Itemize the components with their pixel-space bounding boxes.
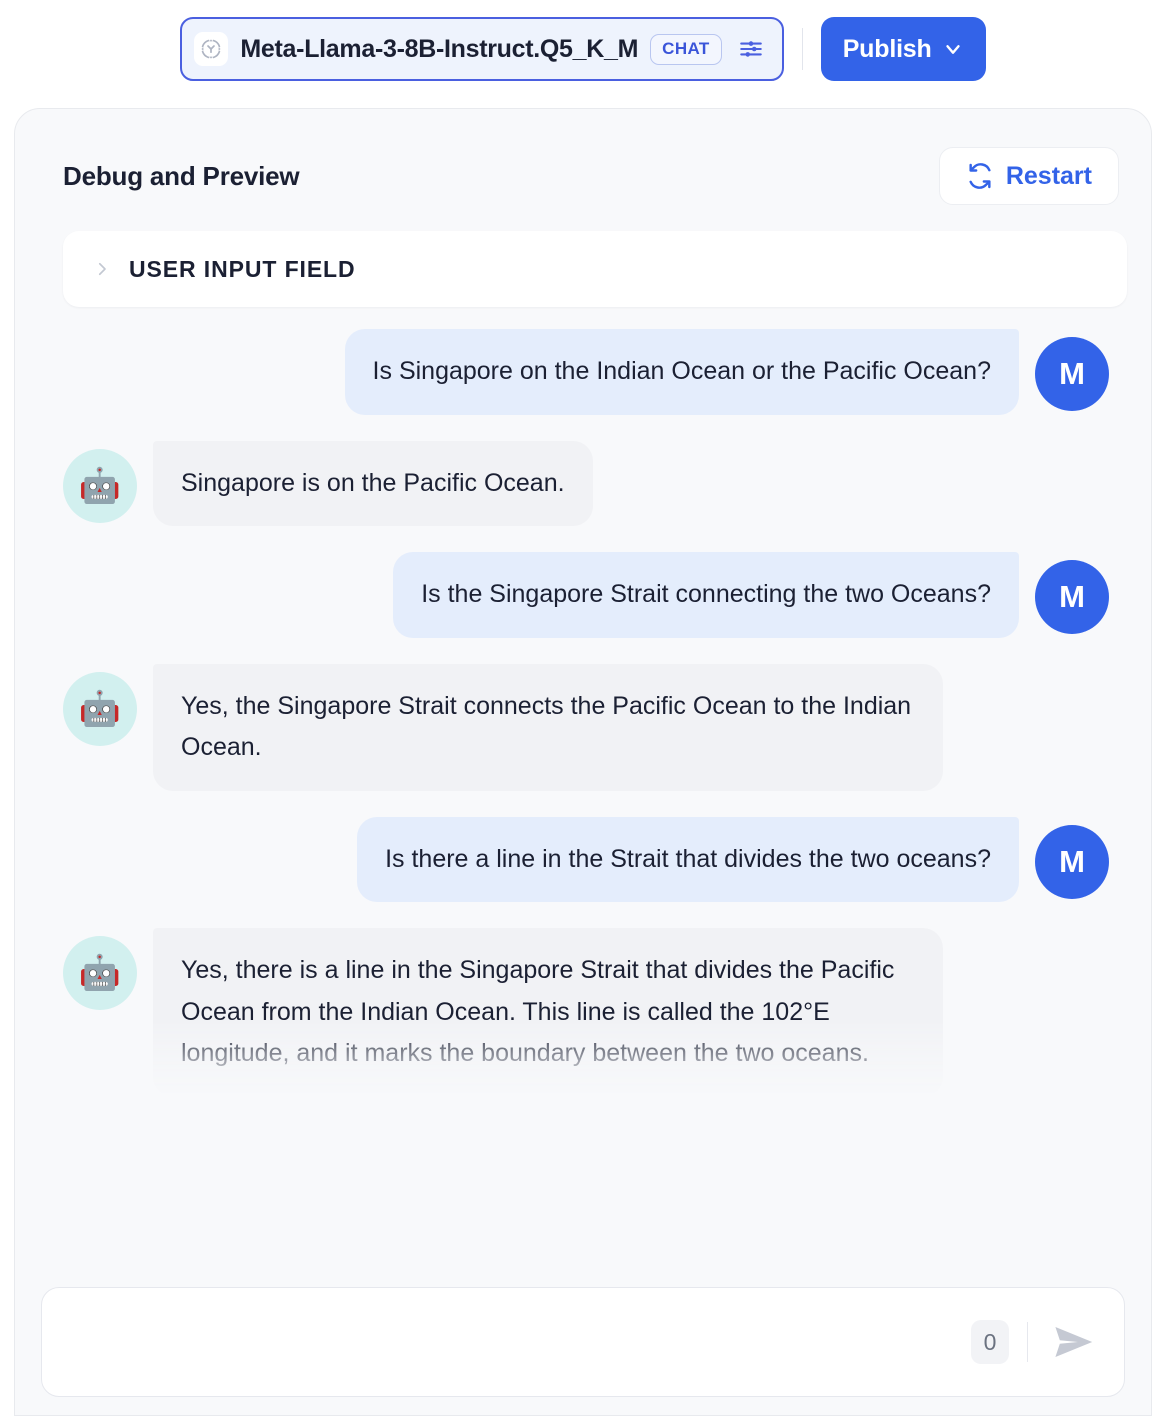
sliders-icon[interactable]: [734, 32, 768, 66]
panel-header: Debug and Preview Restart: [15, 109, 1151, 205]
message-bubble: Is there a line in the Strait that divid…: [357, 816, 1019, 902]
restart-label: Restart: [1005, 161, 1092, 190]
debug-preview-panel: Debug and Preview Restart USER INPUT FIE…: [14, 108, 1152, 1416]
message-bubble: Is the Singapore Strait connecting the t…: [393, 552, 1019, 638]
user-input-field-row[interactable]: USER INPUT FIELD: [63, 231, 1127, 307]
chat-message-bot: 🤖 Yes, there is a line in the Singapore …: [63, 928, 1109, 1097]
message-bubble: Singapore is on the Pacific Ocean.: [153, 440, 593, 526]
send-button[interactable]: [1046, 1314, 1102, 1370]
refresh-icon: [966, 162, 994, 190]
send-icon: [1051, 1319, 1097, 1365]
restart-button[interactable]: Restart: [938, 147, 1119, 205]
publish-label: Publish: [842, 34, 932, 63]
page-title: Debug and Preview: [63, 160, 300, 191]
avatar: M: [1035, 337, 1109, 411]
top-bar: Meta-Llama-3-8B-Instruct.Q5_K_M CHAT Pub…: [0, 0, 1166, 98]
message-bubble: Is Singapore on the Indian Ocean or the …: [344, 329, 1019, 415]
message-bubble: Yes, there is a line in the Singapore St…: [153, 928, 943, 1097]
chevron-down-icon: [942, 38, 964, 60]
chat-message-bot: 🤖 Yes, the Singapore Strait connects the…: [63, 663, 1109, 791]
model-name: Meta-Llama-3-8B-Instruct.Q5_K_M: [240, 34, 639, 63]
user-input-field-label: USER INPUT FIELD: [129, 255, 356, 282]
model-3d-icon: [194, 32, 229, 66]
chat-message-user: Is the Singapore Strait connecting the t…: [63, 552, 1109, 638]
avatar: 🤖: [63, 671, 137, 746]
message-input[interactable]: [70, 1288, 957, 1396]
character-count-badge: 0: [971, 1320, 1009, 1364]
composer[interactable]: 0: [41, 1287, 1125, 1397]
chat-message-user: Is there a line in the Strait that divid…: [63, 816, 1109, 902]
avatar: 🤖: [63, 448, 137, 523]
message-bubble: Yes, the Singapore Strait connects the P…: [153, 663, 943, 791]
avatar: M: [1035, 560, 1109, 634]
toolbar-divider: [801, 28, 803, 70]
composer-area: 0: [15, 1253, 1151, 1415]
avatar: M: [1035, 824, 1109, 899]
avatar: 🤖: [63, 936, 137, 1010]
chat-message-bot: 🤖 Singapore is on the Pacific Ocean.: [63, 440, 1109, 526]
composer-divider: [1027, 1322, 1028, 1362]
chat-transcript: Is Singapore on the Indian Ocean or the …: [15, 307, 1151, 1097]
chat-mode-badge: CHAT: [650, 33, 722, 65]
chat-message-user: Is Singapore on the Indian Ocean or the …: [63, 329, 1109, 415]
publish-button[interactable]: Publish: [820, 17, 986, 81]
chevron-right-icon: [93, 258, 111, 280]
model-selector[interactable]: Meta-Llama-3-8B-Instruct.Q5_K_M CHAT: [180, 17, 784, 81]
